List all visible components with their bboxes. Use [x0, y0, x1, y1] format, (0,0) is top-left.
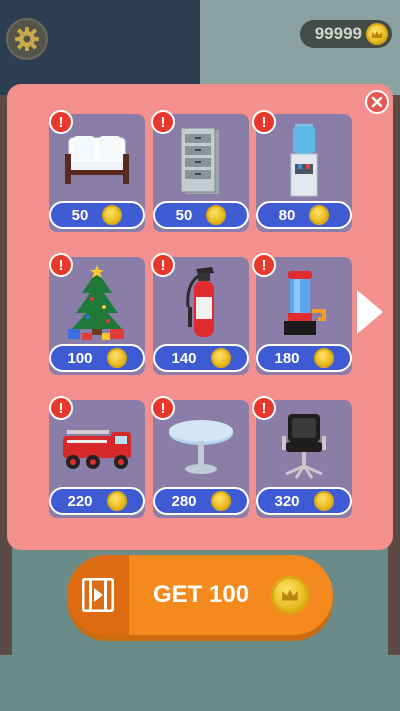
coin-balance: 99999: [300, 20, 392, 48]
crown-coin-icon: [106, 348, 127, 368]
price-button[interactable]: 280: [153, 487, 249, 515]
crown-coin-icon: [102, 205, 123, 225]
price-button[interactable]: 180: [256, 344, 352, 372]
price-button[interactable]: 320: [256, 487, 352, 515]
sofa-icon: [65, 136, 129, 184]
crown-coin-icon: [366, 23, 388, 45]
price-value: 100: [67, 349, 93, 367]
chevron-right-icon[interactable]: [357, 290, 383, 334]
price-button[interactable]: 50: [153, 201, 249, 229]
coin-balance-value: 99999: [314, 24, 362, 43]
filing-cabinet-icon: [180, 127, 219, 194]
price-button[interactable]: 100: [49, 344, 145, 372]
close-button[interactable]: [365, 90, 389, 114]
crown-coin-icon: [106, 491, 127, 511]
alert-badge: !: [49, 253, 73, 277]
alert-badge: !: [252, 253, 276, 277]
price-value: 50: [71, 206, 89, 224]
alert-badge: !: [151, 396, 175, 420]
alert-badge: !: [151, 110, 175, 134]
settings-button[interactable]: [6, 18, 48, 60]
video-film-icon: [67, 555, 129, 635]
crown-coin-icon: [206, 205, 227, 225]
price-value: 180: [274, 349, 300, 367]
fire-extinguisher-icon: [186, 267, 214, 337]
crown-coin-icon: [313, 491, 334, 511]
get-button-label: GET 100: [153, 581, 250, 608]
fire-alarm-icon: [284, 271, 326, 335]
price-value: 80: [278, 206, 296, 224]
crown-coin-icon: [271, 576, 309, 614]
close-icon: [371, 96, 383, 108]
crown-coin-icon: [313, 348, 334, 368]
get-100-coins-button[interactable]: GET 100: [67, 555, 333, 635]
water-cooler-icon: [290, 124, 318, 197]
alert-badge: !: [151, 253, 175, 277]
alert-badge: !: [252, 396, 276, 420]
crown-coin-icon: [210, 348, 231, 368]
alert-badge: !: [49, 110, 73, 134]
gear-icon: [15, 27, 39, 51]
price-value: 50: [175, 206, 193, 224]
crown-coin-icon: [309, 205, 330, 225]
price-value: 280: [171, 492, 197, 510]
alert-badge: !: [252, 110, 276, 134]
office-chair-icon: [282, 414, 326, 479]
price-value: 220: [67, 492, 93, 510]
fire-truck-icon: [63, 430, 131, 469]
price-button[interactable]: 140: [153, 344, 249, 372]
price-value: 140: [171, 349, 197, 367]
price-button[interactable]: 80: [256, 201, 352, 229]
alert-badge: !: [49, 396, 73, 420]
crown-coin-icon: [210, 491, 231, 511]
price-button[interactable]: 50: [49, 201, 145, 229]
price-value: 320: [274, 492, 300, 510]
christmas-tree-icon: [68, 265, 124, 340]
round-table-icon: [169, 420, 233, 474]
price-button[interactable]: 220: [49, 487, 145, 515]
